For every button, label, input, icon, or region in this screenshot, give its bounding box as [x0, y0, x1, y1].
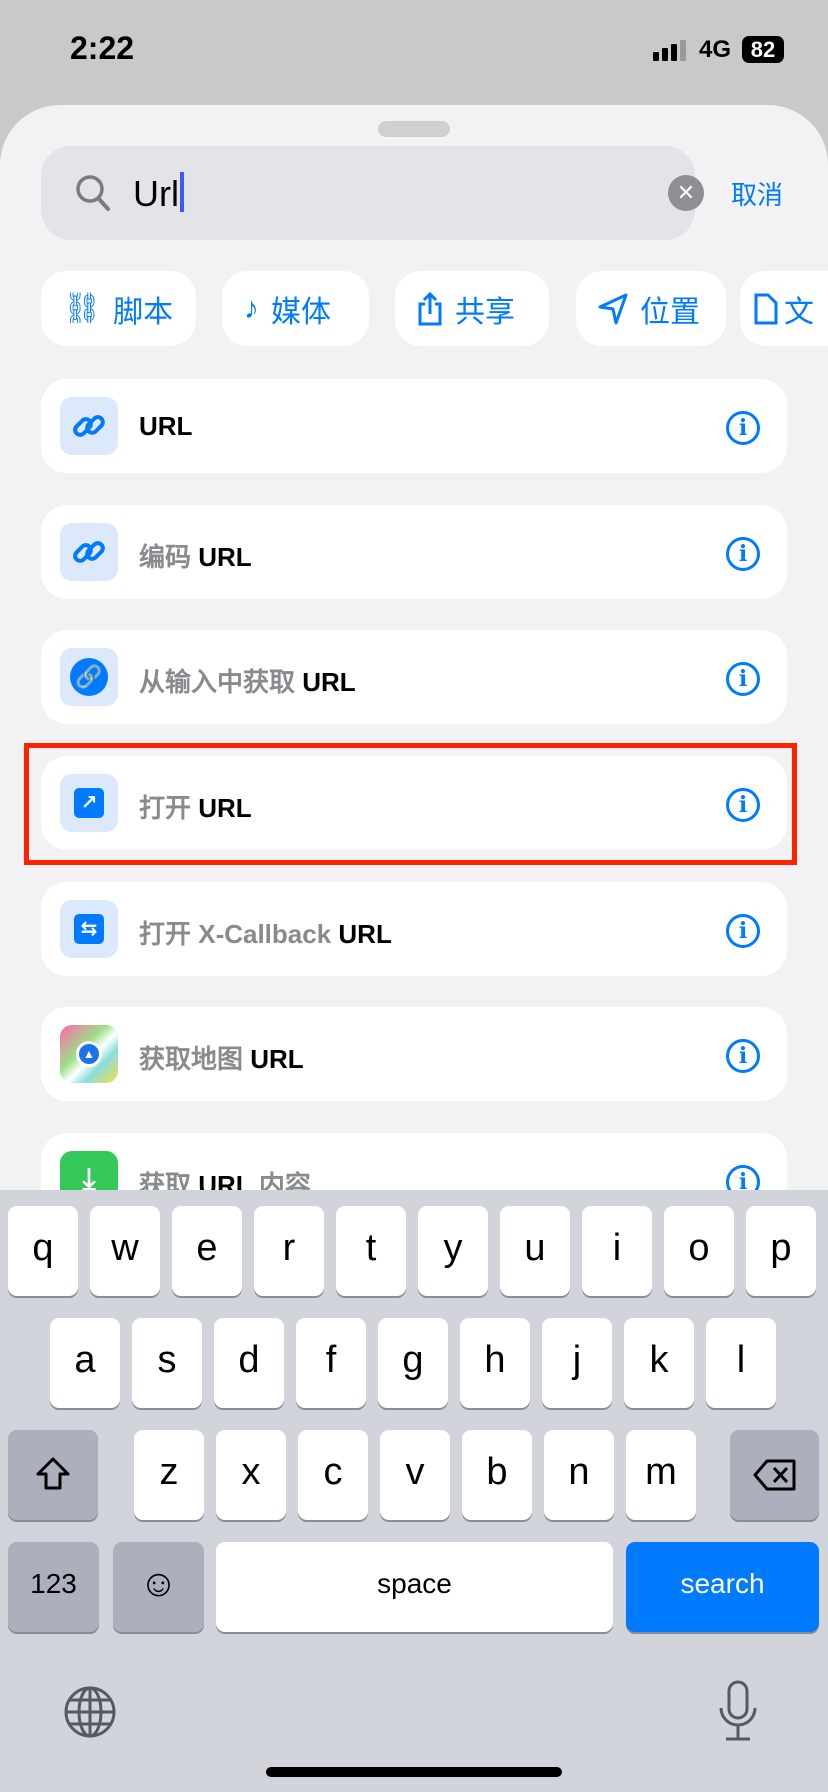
globe-icon[interactable]	[63, 1685, 117, 1739]
key-n[interactable]: n	[544, 1430, 614, 1520]
result-title: URL	[250, 1044, 304, 1074]
result-open-x-callback-url[interactable]: ⇆ 打开 X-Callback URL i	[41, 882, 787, 976]
chip-media[interactable]: ♪ 媒体	[222, 271, 369, 346]
key-l[interactable]: l	[706, 1318, 776, 1408]
result-title: URL	[139, 411, 193, 441]
key-k[interactable]: k	[624, 1318, 694, 1408]
microphone-icon[interactable]	[718, 1680, 758, 1742]
space-key[interactable]: space	[216, 1542, 613, 1632]
info-button[interactable]: i	[726, 537, 760, 571]
key-s[interactable]: s	[132, 1318, 202, 1408]
search-input[interactable]: Url	[133, 173, 179, 214]
key-g[interactable]: g	[378, 1318, 448, 1408]
link-icon	[60, 397, 118, 455]
result-get-maps-url[interactable]: ▲ 获取地图 URL i	[41, 1007, 787, 1101]
search-icon	[76, 175, 110, 211]
link-icon	[60, 523, 118, 581]
chip-sharing[interactable]: 共享	[395, 271, 549, 346]
chip-documents[interactable]: 文	[740, 271, 828, 346]
key-d[interactable]: d	[214, 1318, 284, 1408]
x-callback-icon: ⇆	[60, 900, 118, 958]
chip-scripting[interactable]: ⛓ 脚本	[41, 271, 196, 346]
status-time: 2:22	[70, 30, 135, 66]
cancel-button[interactable]: 取消	[731, 175, 783, 212]
key-b[interactable]: b	[462, 1430, 532, 1520]
search-key[interactable]: search	[626, 1542, 819, 1632]
key-x[interactable]: x	[216, 1430, 286, 1520]
music-note-icon: ♪	[244, 291, 259, 325]
battery-icon: 82	[742, 36, 784, 63]
key-e[interactable]: e	[172, 1206, 242, 1296]
key-h[interactable]: h	[460, 1318, 530, 1408]
key-o[interactable]: o	[664, 1206, 734, 1296]
clear-search-button[interactable]: ✕	[668, 175, 704, 211]
result-title: URL	[198, 542, 252, 572]
info-button[interactable]: i	[726, 1039, 760, 1073]
key-r[interactable]: r	[254, 1206, 324, 1296]
sheet-grabber[interactable]	[378, 121, 450, 137]
key-z[interactable]: z	[134, 1430, 204, 1520]
result-title: URL	[302, 667, 356, 697]
shift-icon	[36, 1457, 70, 1490]
key-m[interactable]: m	[626, 1430, 696, 1520]
key-p[interactable]: p	[746, 1206, 816, 1296]
key-j[interactable]: j	[542, 1318, 612, 1408]
chip-label: 脚本	[113, 295, 174, 329]
location-arrow-icon	[598, 293, 628, 324]
result-encode-url[interactable]: 编码 URL i	[41, 505, 787, 599]
keyboard: qwertyuiop asdfghjkl zxcvbnm 123 ☺ space s…	[0, 1190, 828, 1792]
backspace-icon	[753, 1459, 795, 1491]
key-i[interactable]: i	[582, 1206, 652, 1296]
status-bar: 2:22 4G 82	[0, 0, 828, 100]
link-circle-icon: 🔗	[60, 648, 118, 706]
chip-label: 位置	[640, 295, 700, 329]
key-a[interactable]: a	[50, 1318, 120, 1408]
key-v[interactable]: v	[380, 1430, 450, 1520]
chip-label: 媒体	[271, 295, 331, 329]
key-t[interactable]: t	[336, 1206, 406, 1296]
script-icon: ⛓	[63, 292, 102, 325]
network-type: 4G	[699, 36, 732, 63]
key-u[interactable]: u	[500, 1206, 570, 1296]
key-q[interactable]: q	[8, 1206, 78, 1296]
chip-label: 共享	[455, 295, 515, 329]
search-field[interactable]: Url ✕	[41, 146, 704, 240]
key-f[interactable]: f	[296, 1318, 366, 1408]
delete-key[interactable]	[730, 1430, 819, 1520]
home-indicator[interactable]	[266, 1767, 562, 1777]
emoji-icon: ☺	[139, 1563, 178, 1605]
maps-icon: ▲	[60, 1025, 118, 1083]
chip-label: 文	[784, 295, 814, 329]
key-c[interactable]: c	[298, 1430, 368, 1520]
emoji-key[interactable]: ☺	[113, 1542, 204, 1632]
signal-icon	[653, 40, 686, 61]
result-url[interactable]: URL i	[41, 379, 787, 473]
result-get-url-from-input[interactable]: 🔗 从输入中获取 URL i	[41, 630, 787, 724]
numbers-key[interactable]: 123	[8, 1542, 99, 1632]
document-icon	[754, 293, 778, 324]
key-w[interactable]: w	[90, 1206, 160, 1296]
text-caret	[179, 172, 184, 212]
share-icon	[418, 291, 442, 325]
key-y[interactable]: y	[418, 1206, 488, 1296]
result-title: URL	[338, 919, 392, 949]
info-button[interactable]: i	[726, 914, 760, 948]
highlight-box	[24, 743, 797, 865]
info-button[interactable]: i	[726, 411, 760, 445]
info-button[interactable]: i	[726, 662, 760, 696]
shift-key[interactable]	[8, 1430, 98, 1520]
chip-location[interactable]: 位置	[576, 271, 726, 346]
